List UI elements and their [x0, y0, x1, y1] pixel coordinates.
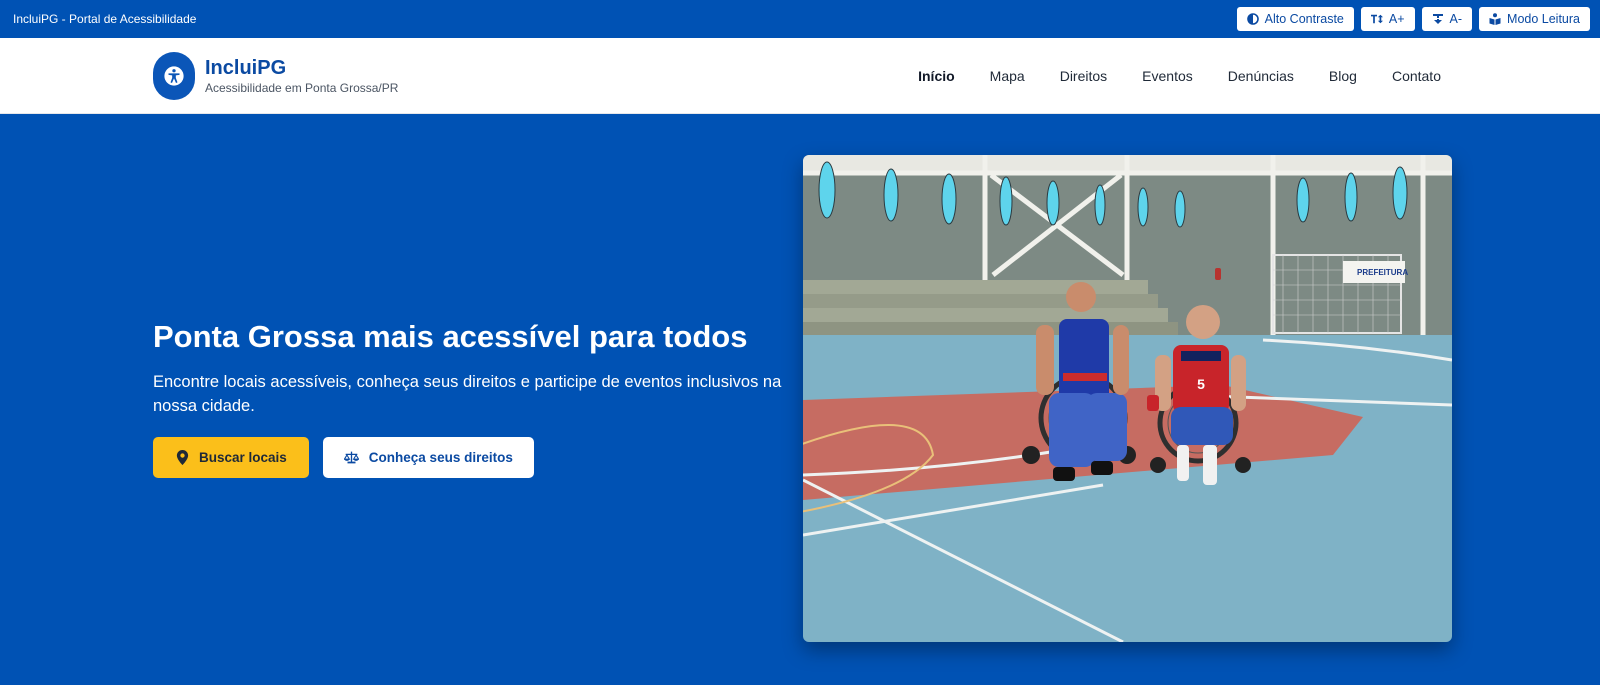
text-decrease-icon [1432, 14, 1443, 24]
high-contrast-label: Alto Contraste [1264, 12, 1344, 26]
nav-item-denuncias[interactable]: Denúncias [1228, 68, 1294, 84]
wheelchair-basketball-photo: PREFEITURA 5 [803, 155, 1452, 642]
universal-access-icon [164, 66, 184, 86]
search-places-label: Buscar locais [199, 450, 287, 465]
know-rights-button[interactable]: Conheça seus direitos [322, 437, 534, 478]
nav-item-blog[interactable]: Blog [1329, 68, 1357, 84]
reading-mode-label: Modo Leitura [1507, 12, 1580, 26]
hero-section: Ponta Grossa mais acessível para todos E… [0, 114, 1600, 685]
logo-badge [153, 52, 195, 100]
contrast-icon [1246, 13, 1259, 25]
hero-title: Ponta Grossa mais acessível para todos [153, 319, 748, 354]
hero-subtitle: Encontre locais acessíveis, conheça seus… [153, 373, 782, 415]
text-increase-icon [1370, 14, 1383, 24]
map-marker-icon [176, 450, 189, 465]
accessibility-tools: Alto Contraste A+ A- Modo Leitura [1236, 7, 1590, 31]
banner-text: PREFEITURA [1357, 268, 1408, 277]
decrease-text-button[interactable]: A- [1421, 7, 1473, 31]
logo-text: IncluiPG Acessibilidade em Ponta Grossa/… [205, 56, 398, 96]
portal-title: IncluiPG - Portal de Acessibilidade [13, 12, 197, 26]
logo-title: IncluiPG [205, 57, 287, 79]
nav-item-direitos[interactable]: Direitos [1060, 68, 1107, 84]
logo-subtitle: Acessibilidade em Ponta Grossa/PR [205, 81, 399, 95]
nav-item-inicio[interactable]: Início [918, 68, 955, 84]
hero-photo: PREFEITURA 5 [803, 155, 1452, 642]
high-contrast-button[interactable]: Alto Contraste [1236, 7, 1354, 31]
balance-scale-icon [343, 451, 359, 464]
book-reader-icon [1489, 13, 1501, 25]
reading-mode-button[interactable]: Modo Leitura [1479, 7, 1590, 31]
search-places-button[interactable]: Buscar locais [153, 437, 309, 478]
decrease-text-label: A- [1449, 12, 1463, 26]
site-logo[interactable]: IncluiPG Acessibilidade em Ponta Grossa/… [153, 52, 398, 100]
increase-text-label: A+ [1388, 12, 1405, 26]
nav-item-eventos[interactable]: Eventos [1142, 68, 1193, 84]
site-header: IncluiPG Acessibilidade em Ponta Grossa/… [0, 38, 1600, 114]
main-nav: Início Mapa Direitos Eventos Denúncias B… [918, 38, 1441, 114]
jersey-number: 5 [1197, 376, 1205, 392]
know-rights-label: Conheça seus direitos [368, 450, 513, 465]
accessibility-bar: IncluiPG - Portal de Acessibilidade Alto… [0, 0, 1600, 38]
nav-item-mapa[interactable]: Mapa [990, 68, 1025, 84]
hero-actions: Buscar locais Conheça seus direitos [153, 437, 534, 478]
nav-item-contato[interactable]: Contato [1392, 68, 1441, 84]
increase-text-button[interactable]: A+ [1360, 7, 1415, 31]
